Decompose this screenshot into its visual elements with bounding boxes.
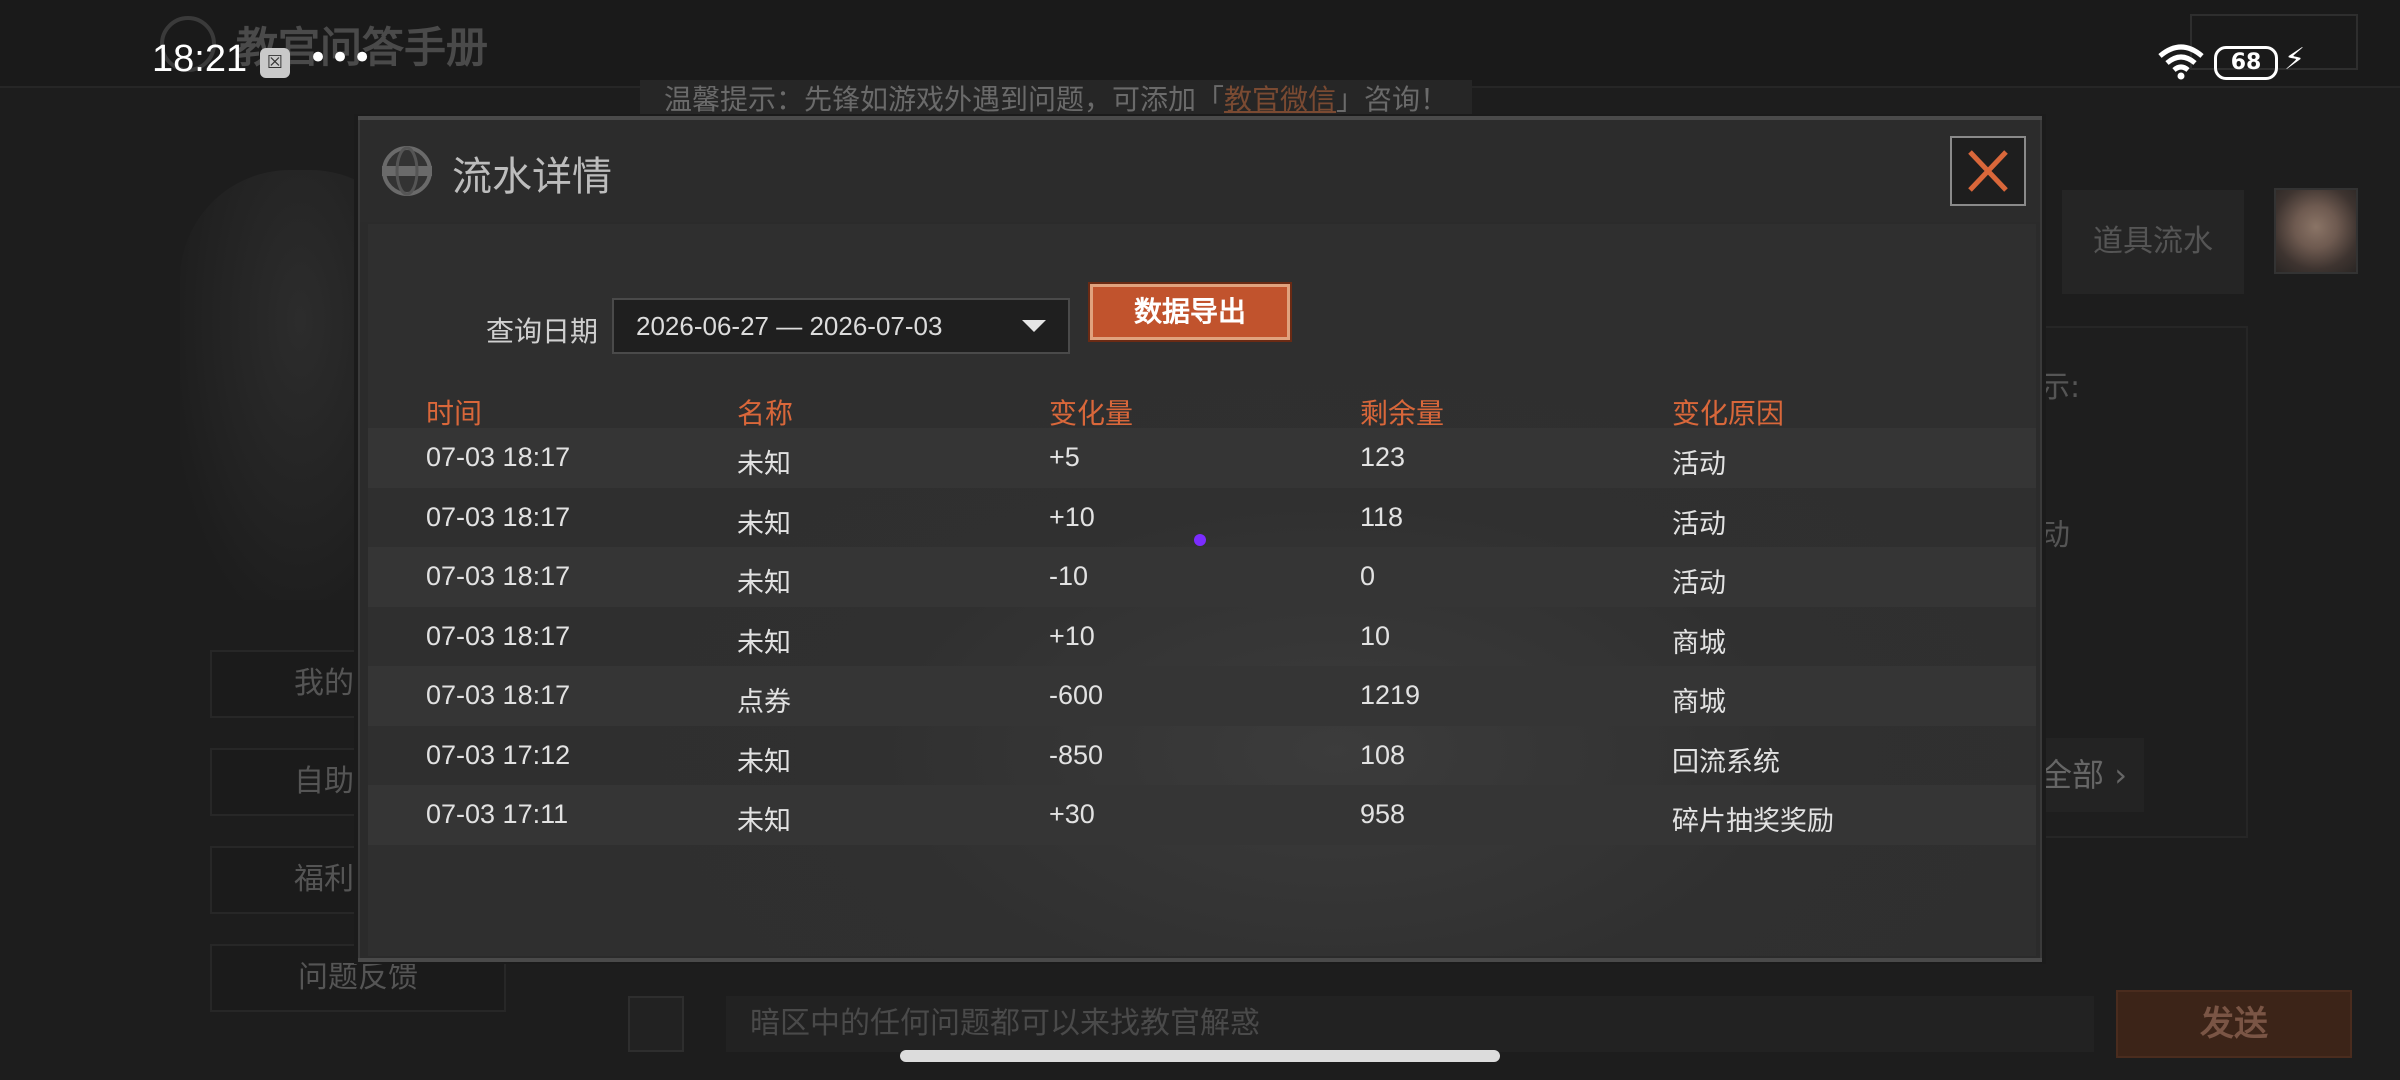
avatar[interactable] [2274, 188, 2358, 274]
modal-header: 流水详情 [360, 120, 2040, 222]
table-row: 07-03 17:12 未知 -850 108 回流系统 [368, 726, 2036, 786]
cell-change: -600 [1049, 680, 1104, 710]
close-icon [1968, 150, 2008, 192]
menu-item-label: 自助 [294, 764, 354, 799]
cell-time: 07-03 18:17 [426, 501, 571, 532]
cell-time: 07-03 18:17 [426, 442, 571, 472]
cell-name: 未知 [737, 746, 791, 777]
column-header-change: 变化量 [1049, 397, 1134, 430]
cell-name: 未知 [737, 449, 791, 479]
cell-remaining: 123 [1360, 442, 1406, 472]
cell-change: +10 [1049, 620, 1095, 651]
table-row: 07-03 18:17 未知 +5 123 活动 [368, 428, 2036, 488]
cell-remaining: 10 [1360, 620, 1391, 651]
home-indicator[interactable] [900, 1050, 1500, 1062]
menu-item-label: 问题反馈 [298, 960, 418, 995]
more-notifications-icon: ••• [308, 38, 375, 78]
cell-reason: 碎片抽奖奖励 [1672, 806, 1834, 836]
cell-name: 未知 [737, 568, 791, 598]
cell-reason: 商城 [1672, 687, 1726, 717]
globe-icon [382, 146, 432, 196]
table-header: 时间 名称 变化量 剩余量 变化原因 [368, 388, 2036, 430]
export-data-button[interactable]: 数据导出 [1090, 284, 1290, 340]
modal-title: 流水详情 [452, 154, 612, 200]
touch-indicator [1194, 534, 1206, 546]
cell-reason: 商城 [1672, 627, 1726, 658]
cell-reason: 活动 [1672, 449, 1726, 479]
modal-bottom-border [358, 958, 2042, 962]
wifi-icon [2158, 44, 2204, 80]
status-bar: 18:21 ☒ ••• 68 ⚡ [0, 0, 2400, 80]
chevron-right-icon: › [2114, 756, 2127, 794]
right-panel-text: 动 [2040, 518, 2070, 553]
notification-icon: ☒ [260, 48, 290, 78]
cell-time: 07-03 18:17 [426, 680, 571, 710]
table-row: 07-03 18:17 未知 +10 10 商城 [368, 607, 2036, 667]
date-range-select[interactable]: 2026-06-27 — 2026-07-03 [612, 298, 1070, 354]
right-panel-text: 示: [2040, 370, 2081, 405]
flow-table: 时间 名称 变化量 剩余量 变化原因 07-03 18:17 未知 +5 123… [368, 388, 2036, 845]
table-row: 07-03 18:17 点券 -600 1219 商城 [368, 666, 2036, 726]
notice-banner: 温馨提示：先锋如游戏外遇到问题，可添加「教官微信」咨询！ [640, 80, 1473, 120]
send-button[interactable]: 发送 [2116, 990, 2352, 1058]
column-header-remaining: 剩余量 [1360, 397, 1445, 430]
cell-remaining: 118 [1360, 501, 1404, 532]
cell-reason: 回流系统 [1672, 746, 1780, 777]
tab-label: 道具流水 [2093, 224, 2213, 259]
battery-icon: 68 [2214, 46, 2278, 80]
column-header-time: 时间 [426, 397, 483, 430]
menu-item-label: 我的 [294, 666, 354, 701]
cell-remaining: 108 [1360, 739, 1406, 770]
cell-time: 07-03 18:17 [426, 561, 571, 591]
query-date-label: 查询日期 [486, 315, 599, 348]
notice-prefix: 温馨提示：先锋如游戏外遇到问题，可添加「 [664, 83, 1225, 116]
cell-change: +30 [1049, 799, 1095, 829]
cell-time: 07-03 18:17 [426, 620, 571, 651]
column-header-reason: 变化原因 [1672, 397, 1785, 430]
menu-item-label: 福利 [294, 862, 354, 897]
cell-remaining: 1219 [1360, 680, 1421, 710]
view-all-label: 全部 [2040, 756, 2105, 794]
cell-change: -10 [1049, 561, 1089, 591]
dropdown-arrow-icon [1022, 320, 1046, 332]
cell-time: 07-03 17:12 [426, 739, 571, 770]
status-time: 18:21 [152, 38, 248, 80]
cell-name: 未知 [737, 806, 791, 836]
cell-remaining: 0 [1360, 561, 1376, 591]
date-range-value: 2026-06-27 — 2026-07-03 [636, 311, 943, 341]
close-button[interactable] [1950, 136, 2026, 206]
cell-change: -850 [1049, 739, 1104, 770]
cell-reason: 活动 [1672, 568, 1726, 598]
question-input[interactable]: 暗区中的任何问题都可以来找教官解惑 [726, 996, 2094, 1052]
cell-change: +5 [1049, 442, 1080, 472]
table-row: 07-03 17:11 未知 +30 958 碎片抽奖奖励 [368, 785, 2036, 845]
cell-change: +10 [1049, 501, 1095, 532]
tab-item-flow[interactable]: 道具流水 [2062, 190, 2244, 294]
cell-name: 点券 [737, 687, 791, 717]
cell-remaining: 958 [1360, 799, 1406, 829]
notice-link[interactable]: 教官微信 [1224, 83, 1336, 116]
cell-reason: 活动 [1672, 508, 1726, 539]
battery-level: 68 [2230, 50, 2262, 75]
toolbox-icon[interactable] [628, 996, 684, 1052]
charging-icon: ⚡ [2284, 42, 2306, 77]
cell-name: 未知 [737, 508, 791, 539]
notice-suffix: 」咨询！ [1336, 83, 1449, 116]
table-row: 07-03 18:17 未知 -10 0 活动 [368, 547, 2036, 607]
cell-time: 07-03 17:11 [426, 799, 569, 829]
cell-name: 未知 [737, 627, 791, 658]
view-all-button[interactable]: 全部 › [2040, 738, 2144, 812]
column-header-name: 名称 [737, 397, 794, 430]
